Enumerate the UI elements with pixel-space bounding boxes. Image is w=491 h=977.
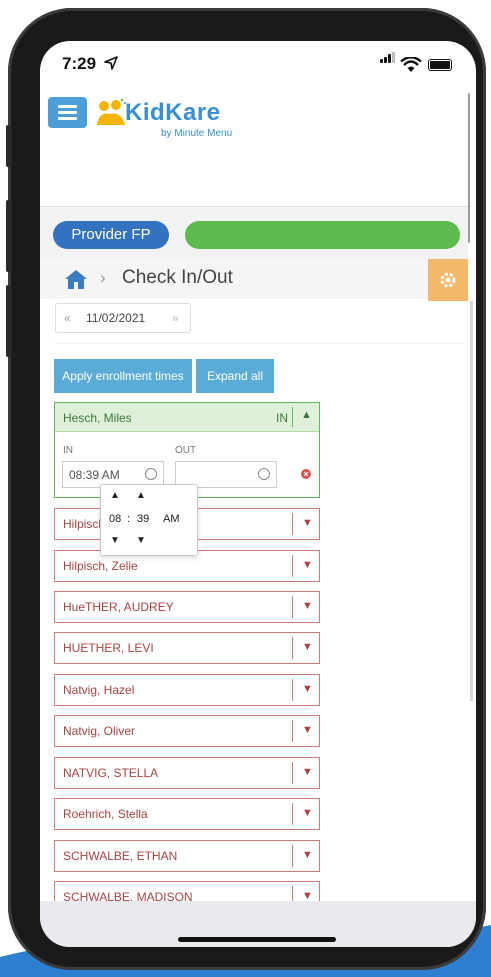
app-header: KidKare by Minute Menu <box>40 89 468 207</box>
hour-down-icon[interactable]: ▼ <box>110 535 120 546</box>
volume-down-button <box>6 285 12 357</box>
chevron-up-icon[interactable]: ▲ <box>301 409 312 421</box>
chevron-down-icon[interactable]: ▼ <box>302 641 313 653</box>
in-label: IN <box>63 445 73 456</box>
child-name: HueTHER, AUDREY <box>63 600 174 614</box>
child-name: SCHWALBE, ETHAN <box>63 849 178 863</box>
home-icon[interactable] <box>64 268 88 290</box>
clear-time-icon[interactable]: × <box>301 469 311 479</box>
child-name: Roehrich, Stella <box>63 807 148 821</box>
chevron-down-icon[interactable]: ▼ <box>302 807 313 819</box>
child-name: Natvig, Oliver <box>63 724 136 738</box>
date-navigator: « 11/02/2021 » <box>55 303 191 333</box>
chevron-down-icon[interactable]: ▼ <box>302 766 313 778</box>
ampm-toggle[interactable]: AM <box>163 513 180 525</box>
gear-icon <box>440 272 456 288</box>
hour-up-icon[interactable]: ▲ <box>110 490 120 501</box>
row-divider <box>292 596 293 618</box>
chevron-down-icon[interactable]: ▼ <box>302 600 313 612</box>
child-row[interactable]: NATVIG, STELLA ▼ <box>54 757 320 789</box>
child-row[interactable]: Roehrich, Stella ▼ <box>54 798 320 830</box>
wifi-icon <box>400 57 422 72</box>
breadcrumb-separator: › <box>100 268 106 287</box>
chevron-down-icon[interactable]: ▼ <box>302 724 313 736</box>
row-divider <box>292 845 293 867</box>
divider <box>55 343 463 344</box>
child-name: Natvig, Hazel <box>63 683 135 697</box>
expand-all-button[interactable]: Expand all <box>196 359 274 393</box>
provider-button[interactable]: Provider FP <box>53 221 169 249</box>
settings-tab[interactable] <box>428 259 468 301</box>
child-row[interactable]: Natvig, Oliver ▼ <box>54 715 320 747</box>
status-progress-bar[interactable] <box>185 221 460 249</box>
child-card-header[interactable]: Hesch, Miles IN ▲ <box>55 403 319 432</box>
chevron-down-icon[interactable]: ▼ <box>302 849 313 861</box>
row-divider <box>292 679 293 701</box>
child-name: NATVIG, STELLA <box>63 766 159 780</box>
header-divider <box>292 407 293 427</box>
in-time-value: 08:39 AM <box>69 468 120 482</box>
volume-up-button <box>6 200 12 272</box>
chevron-down-icon[interactable]: ▼ <box>302 559 313 571</box>
child-status: IN <box>276 411 288 425</box>
row-divider <box>292 555 293 577</box>
silent-switch <box>6 125 12 167</box>
minute-down-icon[interactable]: ▼ <box>136 535 146 546</box>
out-label: OUT <box>175 445 197 456</box>
status-time: 7:29 <box>62 54 97 73</box>
next-date-button[interactable]: » <box>172 311 179 325</box>
breadcrumb: › Check In/Out <box>40 259 468 299</box>
time-separator: : <box>127 513 131 525</box>
location-arrow-icon <box>104 56 118 70</box>
clock-icon[interactable] <box>145 468 157 480</box>
battery-icon <box>428 59 452 71</box>
content-scrollbar[interactable] <box>470 301 473 701</box>
child-name: HUETHER, LEVI <box>63 641 154 655</box>
child-row[interactable]: HUETHER, LEVI ▼ <box>54 632 320 664</box>
time-picker-popup: ▲ ▲ 08 : 39 AM ▼ ▼ <box>100 484 198 556</box>
menu-button[interactable] <box>48 97 87 128</box>
hour-value[interactable]: 08 <box>109 513 121 525</box>
child-row[interactable]: HueTHER, AUDREY ▼ <box>54 591 320 623</box>
row-divider <box>292 637 293 659</box>
child-row[interactable]: SCHWALBE, ETHAN ▼ <box>54 840 320 872</box>
logo-subtitle: by Minute Menu <box>161 128 233 139</box>
home-indicator[interactable] <box>178 937 336 942</box>
clock-icon[interactable] <box>258 468 270 480</box>
chevron-down-icon[interactable]: ▼ <box>302 683 313 695</box>
minute-up-icon[interactable]: ▲ <box>136 490 146 501</box>
minute-value[interactable]: 39 <box>137 513 149 525</box>
page-title: Check In/Out <box>122 267 233 288</box>
logo-text: KidKare <box>125 99 221 126</box>
child-row[interactable]: Natvig, Hazel ▼ <box>54 674 320 706</box>
date-value[interactable]: 11/02/2021 <box>86 311 145 325</box>
apply-enrollment-times-button[interactable]: Apply enrollment times <box>54 359 192 393</box>
prev-date-button[interactable]: « <box>64 311 71 325</box>
row-divider <box>292 720 293 742</box>
kids-logo-icon <box>97 98 126 125</box>
provider-row: Provider FP <box>40 207 468 259</box>
row-divider <box>292 762 293 784</box>
row-divider <box>292 803 293 825</box>
kidkare-logo: KidKare by Minute Menu <box>95 95 245 139</box>
status-bar: 7:29 <box>40 41 476 89</box>
app-screen: 7:29 KidKare by Minute Menu Provider FP … <box>40 41 476 947</box>
chevron-down-icon[interactable]: ▼ <box>302 517 313 529</box>
child-name: Hilpisch, Zelie <box>63 559 138 573</box>
row-divider <box>292 513 293 535</box>
child-name: Hesch, Miles <box>63 411 132 425</box>
